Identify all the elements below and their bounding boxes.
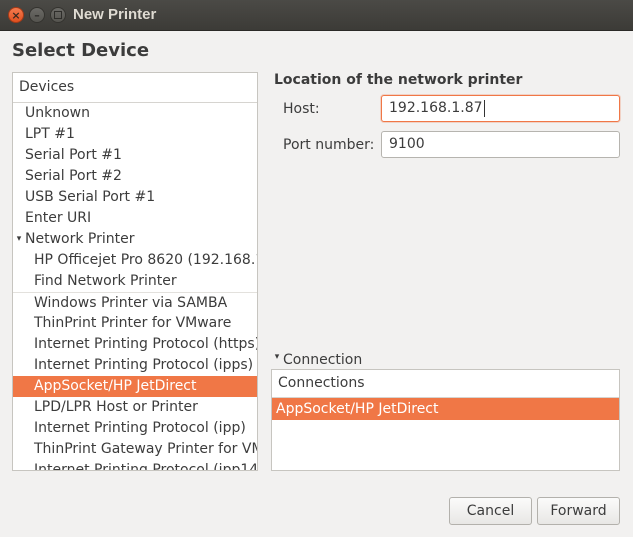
- connections-header[interactable]: Connections: [272, 370, 619, 398]
- device-item-serial1[interactable]: Serial Port #1: [13, 145, 257, 166]
- location-title: Location of the network printer: [274, 72, 523, 88]
- connection-item-appsocket[interactable]: AppSocket/HP JetDirect: [272, 398, 619, 420]
- device-item-ipp[interactable]: Internet Printing Protocol (ipp): [13, 418, 257, 439]
- device-group-label: Network Printer: [25, 231, 135, 247]
- minimize-icon[interactable]: –: [29, 7, 45, 23]
- connections-list[interactable]: Connections AppSocket/HP JetDirect: [271, 369, 620, 471]
- host-input[interactable]: 192.168.1.87: [381, 95, 620, 122]
- host-label: Host:: [283, 101, 320, 117]
- device-item-samba[interactable]: Windows Printer via SAMBA: [13, 292, 257, 313]
- devices-list[interactable]: Devices Unknown LPT #1 Serial Port #1 Se…: [12, 72, 258, 471]
- device-item-thinprint-vmware[interactable]: ThinPrint Printer for VMware: [13, 313, 257, 334]
- connection-label: Connection: [283, 352, 363, 368]
- forward-button[interactable]: Forward: [537, 497, 620, 525]
- window-title: New Printer: [73, 6, 157, 23]
- device-group-network-printer[interactable]: ▾ Network Printer: [13, 229, 257, 250]
- expander-down-icon[interactable]: ▾: [13, 229, 25, 250]
- host-value: 192.168.1.87: [389, 100, 483, 116]
- port-label: Port number:: [283, 137, 375, 153]
- title-bar: × – New Printer: [0, 0, 633, 31]
- device-item-find-network[interactable]: Find Network Printer: [13, 271, 257, 292]
- connection-expander[interactable]: ▾ Connection: [271, 352, 362, 368]
- text-caret: [483, 99, 485, 117]
- maximize-icon[interactable]: [50, 7, 66, 23]
- device-item-thinprint-gateway[interactable]: ThinPrint Gateway Printer for VMware: [13, 439, 257, 460]
- device-item-ipp14[interactable]: Internet Printing Protocol (ipp14): [13, 460, 257, 470]
- cancel-button[interactable]: Cancel: [449, 497, 532, 525]
- port-value: 9100: [389, 136, 425, 152]
- device-item-unknown[interactable]: Unknown: [13, 103, 257, 124]
- device-item-serial2[interactable]: Serial Port #2: [13, 166, 257, 187]
- page-title: Select Device: [12, 40, 150, 61]
- device-item-ipp-ipps[interactable]: Internet Printing Protocol (ipps): [13, 355, 257, 376]
- device-item-appsocket[interactable]: AppSocket/HP JetDirect: [13, 376, 257, 397]
- device-item-hp-officejet[interactable]: HP Officejet Pro 8620 (192.168.1.87): [13, 250, 257, 271]
- device-item-enter-uri[interactable]: Enter URI: [13, 208, 257, 229]
- device-item-usb-serial1[interactable]: USB Serial Port #1: [13, 187, 257, 208]
- device-item-lpt1[interactable]: LPT #1: [13, 124, 257, 145]
- device-item-lpd-lpr[interactable]: LPD/LPR Host or Printer: [13, 397, 257, 418]
- port-input[interactable]: 9100: [381, 131, 620, 158]
- expander-down-icon: ▾: [274, 352, 280, 362]
- devices-header[interactable]: Devices: [13, 73, 257, 103]
- close-icon[interactable]: ×: [8, 7, 24, 23]
- device-item-ipp-https[interactable]: Internet Printing Protocol (https): [13, 334, 257, 355]
